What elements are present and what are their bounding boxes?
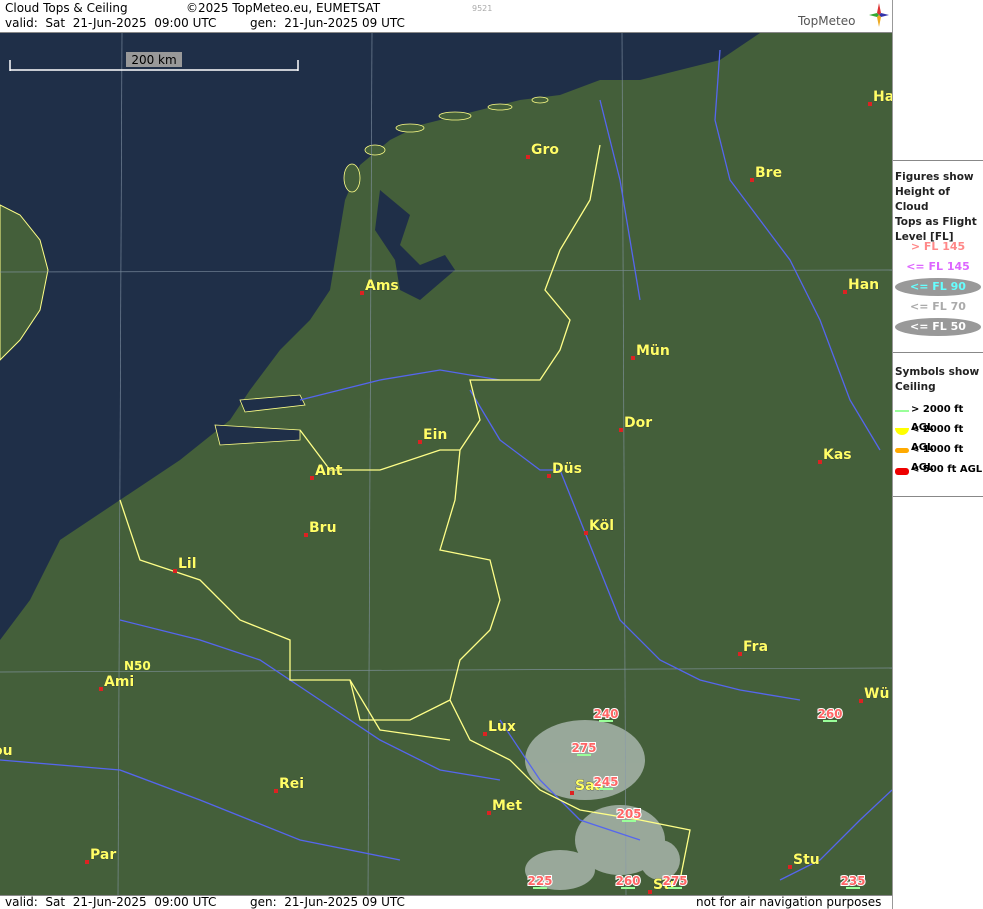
image-id: 9521 [472,4,493,13]
legend-divider [893,160,983,161]
city-label: Fra [743,639,768,655]
footer-valid-time: valid: Sat 21-Jun-2025 09:00 UTC [5,895,217,909]
city-label: Lux [488,719,516,735]
city-label: Ant [315,463,343,479]
city-label: Stu [793,852,820,868]
city-dot [173,569,177,573]
city-label: Wü [864,686,889,702]
city-label: Lil [178,556,197,572]
valid-time: valid: Sat 21-Jun-2025 09:00 UTC [5,16,217,30]
city-dot [85,860,89,864]
city-dot [526,155,530,159]
city-dot [738,652,742,656]
cloud-top-label: 275 [571,741,596,755]
legend-divider [893,496,983,497]
city-label: Ami [104,674,134,690]
ceiling-symbol-icon [895,428,909,435]
city-label: Ein [423,427,447,443]
city-dot [310,476,314,480]
grid-label: N50 [124,659,151,673]
cloud-top-label: 235 [840,874,865,888]
cloud-top-label: 245 [593,775,618,789]
legend-fl-145: <= FL 145 [906,260,970,273]
legend-ceiling-below-1000: < 1000 ft AGL [893,441,983,473]
city-dot [859,699,863,703]
legend-fl-90: <= FL 90 [895,278,981,296]
ceiling-symbol-icon [895,448,909,453]
cloud-top-label: 205 [616,807,641,821]
cloud-cover [525,720,680,890]
generated-time: gen: 21-Jun-2025 09 UTC [250,16,405,30]
city-dot [360,291,364,295]
city-dot [483,732,487,736]
tops-heading: Figures show Height of Cloud Tops as Fli… [895,171,977,243]
city-dot [304,533,308,537]
cloud-top-label: 260 [615,874,640,888]
compass-logo-icon [869,3,889,27]
city-dot [584,531,588,535]
city-dot [631,356,635,360]
city-dot [99,687,103,691]
city-label: Düs [552,461,582,477]
disclaimer: not for air navigation purposes [696,895,882,909]
map-title: Cloud Tops & Ceiling [5,1,128,15]
city-dot [487,811,491,815]
city-label: Köl [589,518,614,534]
cloud-top-label: 275 [662,874,687,888]
legend-panel: Figures show Height of Cloud Tops as Fli… [892,0,983,909]
city-dot [788,865,792,869]
legend-fl-above-145: > FL 145 [910,240,966,253]
cloud-top-label: 225 [527,874,552,888]
satellite-map[interactable]: 200 km N50 Ha Gro Bre Ams Han Mün Dor Ein Kas Ant… [0,33,892,895]
legend-ceiling-below-500: < 500 ft AGL [893,461,983,479]
city-label: Gro [531,142,559,158]
city-dot [868,102,872,106]
city-dot [648,890,652,894]
city-label: Ams [365,278,399,294]
legend-ceiling-above-2000: > 2000 ft AGL [893,401,983,433]
city-dot [750,178,754,182]
city-label: Bre [755,165,782,181]
legend-divider [893,352,983,353]
ceiling-symbol-icon [895,410,909,412]
north-sea [0,33,760,640]
ceiling-symbol-icon [895,468,909,475]
ceiling-heading: Symbols show Ceiling [895,366,980,393]
city-label: ou [0,743,13,759]
city-dot [570,791,574,795]
city-label: Bru [309,520,337,536]
city-dot [619,428,623,432]
footer-bar: valid: Sat 21-Jun-2025 09:00 UTC gen: 21… [0,895,892,909]
legend-ceiling-below-2000: < 2000 ft AGL [893,421,983,453]
city-label: Ha [873,89,892,105]
city-dot [418,440,422,444]
legend-fl-50: <= FL 50 [895,318,981,336]
city-label: Kas [823,447,852,463]
footer-generated-time: gen: 21-Jun-2025 09 UTC [250,895,405,909]
city-label: Mün [636,343,670,359]
city-dot [547,474,551,478]
map-canvas: 200 km N50 Ha Gro Bre Ams Han Mün Dor Ein Kas Ant… [0,33,892,895]
copyright: ©2025 TopMeteo.eu, EUMETSAT [186,1,381,15]
city-label: Rei [279,776,304,792]
legend-fl-70: <= FL 70 [910,300,966,313]
header-bar: Cloud Tops & Ceiling ©2025 TopMeteo.eu, … [0,0,892,33]
city-label: Han [848,277,879,293]
city-dot [843,290,847,294]
scale-label: 200 km [131,53,176,67]
city-label: Par [90,847,116,863]
cloud-top-label: 240 [593,707,618,721]
city-dot [274,789,278,793]
topmeteo-logo: TopMeteo [798,14,856,28]
city-dot [818,460,822,464]
city-label: Met [492,798,522,814]
cloud-top-label: 260 [817,707,842,721]
city-label: Dor [624,415,652,431]
